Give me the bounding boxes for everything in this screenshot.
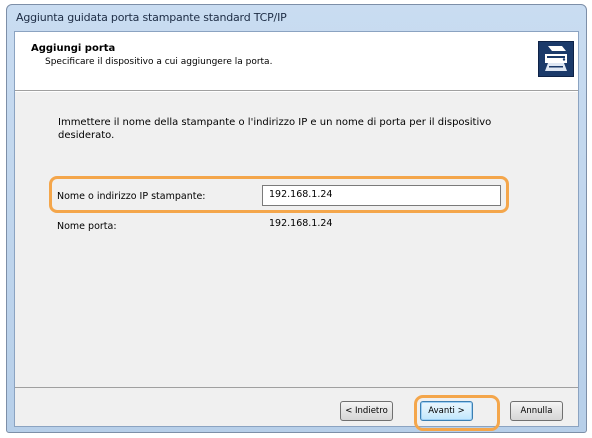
wizard-header: Aggiungi porta Specificare il dispositiv… xyxy=(15,32,578,91)
printer-wizard-icon xyxy=(538,41,574,77)
footer-divider xyxy=(15,387,578,388)
header-divider xyxy=(15,91,578,92)
port-name-input[interactable]: 192.168.1.24 xyxy=(262,214,501,235)
printer-name-label: Nome o indirizzo IP stampante: xyxy=(57,191,206,202)
port-name-label: Nome porta: xyxy=(57,221,117,232)
printer-wizard-icon-graphic xyxy=(539,42,573,76)
back-button[interactable]: < Indietro xyxy=(340,401,393,421)
next-button[interactable]: Avanti > xyxy=(420,401,473,421)
wizard-client-area: Aggiungi porta Specificare il dispositiv… xyxy=(14,31,579,427)
instruction-text: Immettere il nome della stampante o l'in… xyxy=(58,117,492,141)
window-title: Aggiunta guidata porta stampante standar… xyxy=(16,11,287,24)
printer-name-input[interactable]: 192.168.1.24 xyxy=(262,185,501,206)
page-title: Aggiungi porta xyxy=(31,43,116,54)
page-subtitle: Specificare il dispositivo a cui aggiung… xyxy=(45,57,273,67)
title-bar[interactable]: Aggiunta guidata porta stampante standar… xyxy=(7,5,586,31)
cancel-button[interactable]: Annulla xyxy=(510,401,563,421)
wizard-window: Aggiunta guidata porta stampante standar… xyxy=(6,4,587,433)
